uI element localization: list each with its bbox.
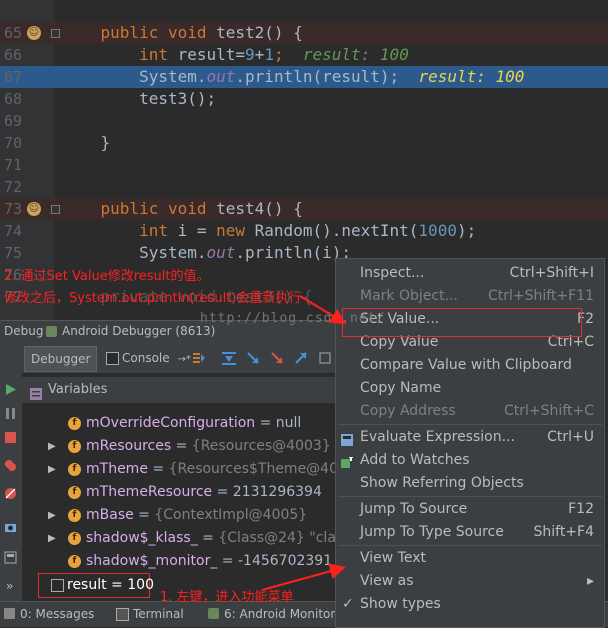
arrow-to-menu (261, 563, 346, 591)
arrow-to-set-value (299, 295, 347, 325)
annotation-arrows (261, 295, 347, 591)
